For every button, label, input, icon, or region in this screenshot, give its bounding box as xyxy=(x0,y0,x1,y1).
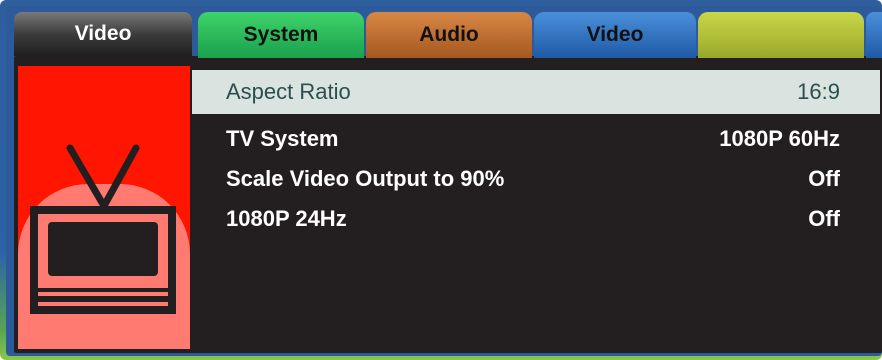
tab-system[interactable]: System xyxy=(198,12,364,58)
settings-menu: Aspect Ratio 16:9 TV System 1080P 60Hz S… xyxy=(192,70,880,239)
menu-item-label: 1080P 24Hz xyxy=(226,206,347,231)
menu-item-tv-system[interactable]: TV System 1080P 60Hz xyxy=(192,119,880,159)
tab-audio[interactable]: Audio xyxy=(366,12,532,58)
section-title: Video xyxy=(14,12,192,56)
menu-item-1080p-24hz[interactable]: 1080P 24Hz Off xyxy=(192,199,880,239)
menu-item-label: TV System xyxy=(226,126,339,151)
menu-item-label: Scale Video Output to 90% xyxy=(226,166,505,191)
menu-item-value: Off xyxy=(808,166,840,191)
tv-icon xyxy=(30,144,176,314)
menu-item-label: Aspect Ratio xyxy=(226,79,351,104)
menu-item-aspect-ratio[interactable]: Aspect Ratio 16:9 xyxy=(192,70,880,114)
tab-video[interactable]: Video xyxy=(534,12,696,58)
tab-blank[interactable] xyxy=(698,12,864,58)
menu-item-scale-video[interactable]: Scale Video Output to 90% Off xyxy=(192,159,880,199)
menu-item-value: 16:9 xyxy=(797,79,840,104)
side-panel xyxy=(18,66,190,349)
menu-item-value: 1080P 60Hz xyxy=(719,126,840,151)
menu-item-value: Off xyxy=(808,206,840,231)
tab-edge xyxy=(866,12,882,58)
